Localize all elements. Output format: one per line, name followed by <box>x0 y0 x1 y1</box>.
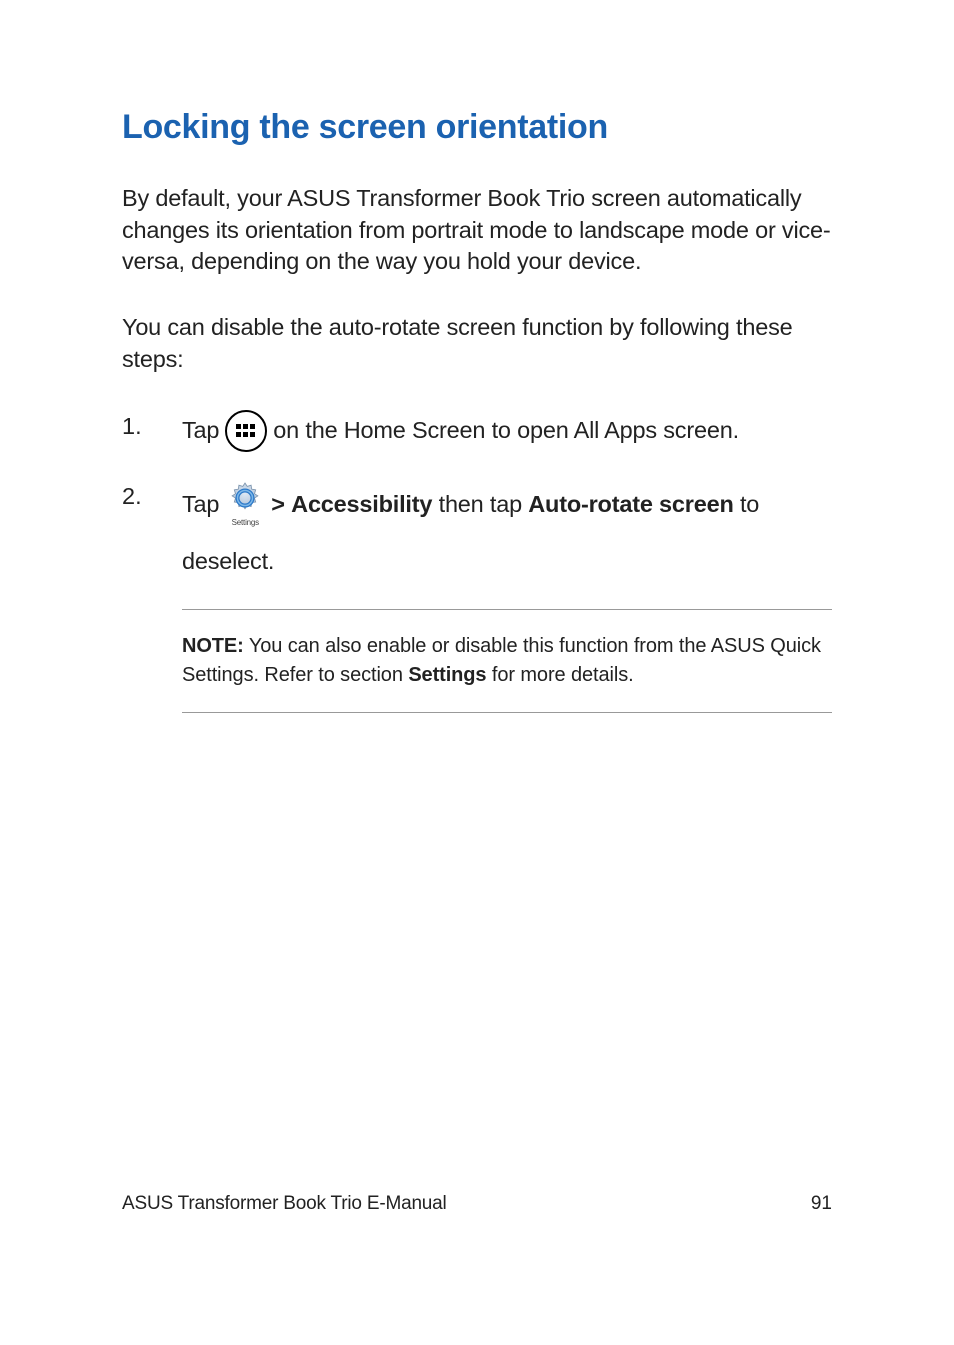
settings-icon <box>227 480 263 516</box>
steps-list: 1. Tap on the Home Screen <box>122 410 832 581</box>
gt-symbol: > <box>271 491 285 517</box>
section-heading: Locking the screen orientation <box>122 108 832 147</box>
step-text-post: to <box>740 491 759 517</box>
page-content: Locking the screen orientation By defaul… <box>0 0 954 713</box>
step-body: Tap <box>182 480 832 581</box>
auto-rotate-label: Auto-rotate screen <box>528 491 733 517</box>
settings-icon-caption: Settings <box>232 517 259 530</box>
step-text-post: on the Home Screen to open All Apps scre… <box>273 412 739 450</box>
note-label: NOTE: <box>182 635 244 657</box>
footer-page-number: 91 <box>811 1193 832 1215</box>
step-text-pre: Tap <box>182 486 219 524</box>
settings-icon-wrap: Settings <box>227 480 263 530</box>
step-text-mid: then tap <box>439 491 529 517</box>
step-number: 1. <box>122 410 182 443</box>
note-box: NOTE: You can also enable or disable thi… <box>182 609 832 713</box>
accessibility-label: Accessibility <box>291 491 432 517</box>
all-apps-icon <box>225 410 267 452</box>
intro-paragraph-2: You can disable the auto-rotate screen f… <box>122 312 832 375</box>
intro-paragraph-1: By default, your ASUS Transformer Book T… <box>122 183 832 278</box>
step-body: Tap on the Home Screen to open All Apps … <box>182 410 832 452</box>
note-text-2: for more details. <box>486 664 633 686</box>
step-text-line2: deselect. <box>182 543 832 581</box>
step-text-pre: Tap <box>182 412 219 450</box>
step-2: 2. Tap <box>122 480 832 581</box>
step-number: 2. <box>122 480 182 513</box>
note-settings-ref: Settings <box>408 664 486 686</box>
step-1: 1. Tap on the Home Screen <box>122 410 832 452</box>
footer-title: ASUS Transformer Book Trio E-Manual <box>122 1193 447 1215</box>
page-footer: ASUS Transformer Book Trio E-Manual 91 <box>122 1193 832 1215</box>
